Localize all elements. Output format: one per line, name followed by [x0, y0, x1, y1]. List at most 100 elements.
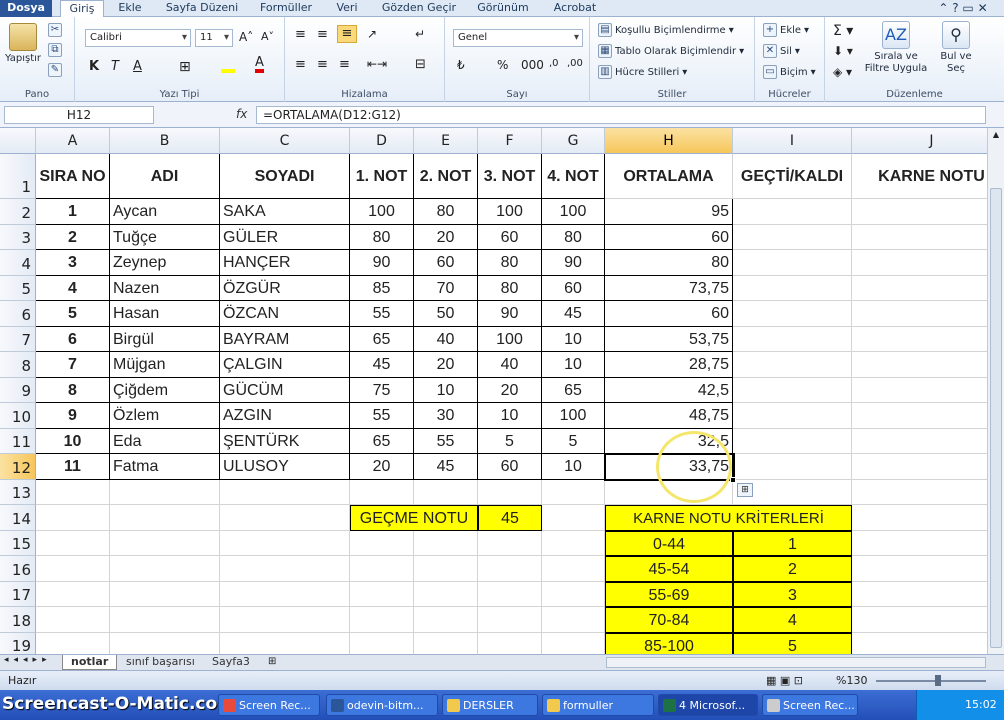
cell-b18[interactable] — [110, 607, 220, 633]
criteria-range-5[interactable]: 85-100 — [605, 633, 733, 654]
task-screen-recorder-2[interactable]: Screen Rec... — [762, 694, 858, 716]
cell-i4[interactable] — [733, 250, 852, 276]
cell-d15[interactable] — [350, 531, 414, 556]
cell-f13[interactable] — [478, 480, 542, 505]
cell-g8[interactable]: 10 — [542, 352, 605, 378]
cell-b15[interactable] — [110, 531, 220, 556]
cell-b17[interactable] — [110, 582, 220, 607]
cell-b16[interactable] — [110, 556, 220, 582]
copy-icon[interactable]: ⧉ — [48, 43, 62, 57]
cell-e3[interactable]: 20 — [414, 225, 478, 250]
row-header-16[interactable]: 16 — [0, 556, 36, 582]
cell-e16[interactable] — [414, 556, 478, 582]
cell-h3[interactable]: 60 — [605, 225, 733, 250]
font-name-select[interactable]: Calibri — [85, 29, 191, 47]
row-header-9[interactable]: 9 — [0, 378, 36, 403]
task-formuller[interactable]: formuller — [542, 694, 654, 716]
cell-c2[interactable]: SAKA — [220, 199, 350, 225]
view-buttons[interactable]: ▦ ▣ ⊡ — [766, 671, 803, 690]
paste-button[interactable]: Yapıştır — [5, 23, 41, 64]
cell-b7[interactable]: Birgül — [110, 327, 220, 352]
cell-g5[interactable]: 60 — [542, 276, 605, 301]
cell-h10[interactable]: 48,75 — [605, 403, 733, 429]
row-header-11[interactable]: 11 — [0, 429, 36, 454]
cell-h8[interactable]: 28,75 — [605, 352, 733, 378]
cell-e9[interactable]: 10 — [414, 378, 478, 403]
grow-font-icon[interactable]: A˄ — [239, 30, 253, 44]
select-all-corner[interactable] — [0, 128, 36, 154]
cell-e13[interactable] — [414, 480, 478, 505]
decrease-decimal-icon[interactable]: ,00 — [567, 58, 583, 69]
cell-d19[interactable] — [350, 633, 414, 654]
delete-cells-button[interactable]: ✕ Sil ▾ — [763, 44, 800, 58]
cell-i6[interactable] — [733, 301, 852, 327]
cell-j12[interactable] — [852, 454, 987, 480]
zoom-level[interactable]: %130 — [836, 671, 867, 690]
cell-f15[interactable] — [478, 531, 542, 556]
vertical-scrollbar[interactable]: ▲ — [987, 128, 1004, 654]
tab-home[interactable]: Giriş — [60, 0, 104, 17]
cell-g18[interactable] — [542, 607, 605, 633]
fill-icon[interactable]: ⬇ ▾ — [833, 44, 853, 58]
orientation-icon[interactable]: ↗ — [367, 27, 377, 41]
cell-i9[interactable] — [733, 378, 852, 403]
column-header-j[interactable]: J — [852, 128, 987, 154]
font-size-select[interactable]: 11 — [195, 29, 233, 47]
cell-j14[interactable] — [852, 505, 987, 531]
cell-j3[interactable] — [852, 225, 987, 250]
cell-b6[interactable]: Hasan — [110, 301, 220, 327]
cell-d7[interactable]: 65 — [350, 327, 414, 352]
criteria-range-4[interactable]: 70-84 — [605, 607, 733, 633]
sort-filter-button[interactable]: AZ Sırala ve Filtre Uygula — [863, 21, 929, 75]
cell-f5[interactable]: 80 — [478, 276, 542, 301]
cell-g16[interactable] — [542, 556, 605, 582]
cell-a2[interactable]: 1 — [36, 199, 110, 225]
cell-a4[interactable]: 3 — [36, 250, 110, 276]
borders-icon[interactable]: ⊞ — [179, 59, 191, 75]
row-header-1[interactable]: 1 — [0, 154, 36, 199]
cell-d2[interactable]: 100 — [350, 199, 414, 225]
cell-d16[interactable] — [350, 556, 414, 582]
align-middle-icon[interactable]: ≡ — [317, 27, 328, 42]
row-header-6[interactable]: 6 — [0, 301, 36, 327]
increase-decimal-icon[interactable]: ,0 — [549, 58, 559, 69]
fill-handle[interactable] — [730, 477, 736, 483]
align-left-icon[interactable]: ≡ — [295, 57, 306, 72]
cell-j6[interactable] — [852, 301, 987, 327]
cell-a14[interactable] — [36, 505, 110, 531]
column-header-g[interactable]: G — [542, 128, 605, 154]
header-cell-h[interactable]: ORTALAMA — [605, 154, 733, 199]
cell-g11[interactable]: 5 — [542, 429, 605, 454]
header-cell-i[interactable]: GEÇTİ/KALDI — [733, 154, 852, 199]
insert-cells-button[interactable]: + Ekle ▾ — [763, 23, 809, 37]
autofill-options-icon[interactable]: ⊞ — [737, 483, 753, 497]
merge-center-icon[interactable]: ⊟ — [415, 57, 426, 72]
tab-review[interactable]: Gözden Geçir — [376, 0, 462, 17]
row-header-18[interactable]: 18 — [0, 607, 36, 633]
indent-icon[interactable]: ⇤⇥ — [367, 57, 387, 71]
row-header-3[interactable]: 3 — [0, 225, 36, 250]
cell-b10[interactable]: Özlem — [110, 403, 220, 429]
cell-d6[interactable]: 55 — [350, 301, 414, 327]
tab-view[interactable]: Görünüm — [472, 0, 534, 17]
tab-page-layout[interactable]: Sayfa Düzeni — [162, 0, 242, 17]
cell-styles-button[interactable]: ▥ Hücre Stilleri ▾ — [598, 65, 687, 79]
row-header-5[interactable]: 5 — [0, 276, 36, 301]
format-cells-button[interactable]: ▭ Biçim ▾ — [763, 65, 816, 79]
cell-j16[interactable] — [852, 556, 987, 582]
cell-f17[interactable] — [478, 582, 542, 607]
criteria-title[interactable]: KARNE NOTU KRİTERLERİ — [605, 505, 852, 531]
pass-grade-value[interactable]: 45 — [478, 505, 542, 531]
fill-color-icon[interactable] — [221, 57, 235, 73]
cell-g19[interactable] — [542, 633, 605, 654]
row-header-8[interactable]: 8 — [0, 352, 36, 378]
worksheet-grid[interactable]: A B C D E F G H I J 1 2 3 4 5 6 7 8 9 10 11 12 13 14 15 16 17 18 19 S… — [0, 128, 987, 654]
cell-j8[interactable] — [852, 352, 987, 378]
cell-g9[interactable]: 65 — [542, 378, 605, 403]
header-cell-f[interactable]: 3. NOT — [478, 154, 542, 199]
cell-e11[interactable]: 55 — [414, 429, 478, 454]
cell-d18[interactable] — [350, 607, 414, 633]
header-cell-b[interactable]: ADI — [110, 154, 220, 199]
cell-f7[interactable]: 100 — [478, 327, 542, 352]
cell-h2[interactable]: 95 — [605, 199, 733, 225]
